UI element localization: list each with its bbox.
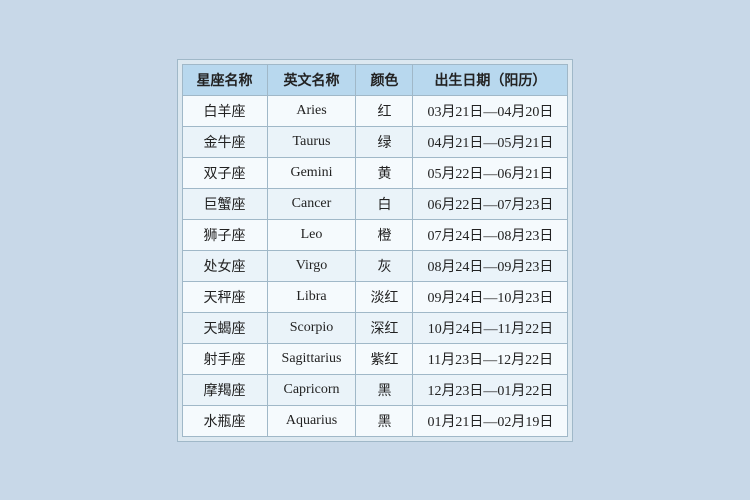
cell-zh: 金牛座: [182, 126, 267, 157]
table-row: 狮子座Leo橙07月24日—08月23日: [182, 219, 568, 250]
cell-en: Capricorn: [267, 374, 356, 405]
cell-color: 红: [356, 95, 413, 126]
table-row: 巨蟹座Cancer白06月22日—07月23日: [182, 188, 568, 219]
cell-date: 03月21日—04月20日: [413, 95, 568, 126]
table-row: 金牛座Taurus绿04月21日—05月21日: [182, 126, 568, 157]
cell-date: 06月22日—07月23日: [413, 188, 568, 219]
header-zh: 星座名称: [182, 64, 267, 95]
cell-color: 黑: [356, 374, 413, 405]
cell-zh: 白羊座: [182, 95, 267, 126]
table-row: 摩羯座Capricorn黑12月23日—01月22日: [182, 374, 568, 405]
cell-date: 05月22日—06月21日: [413, 157, 568, 188]
table-row: 天蝎座Scorpio深红10月24日—11月22日: [182, 312, 568, 343]
header-color: 颜色: [356, 64, 413, 95]
cell-en: Virgo: [267, 250, 356, 281]
cell-en: Aries: [267, 95, 356, 126]
table-row: 射手座Sagittarius紫红11月23日—12月22日: [182, 343, 568, 374]
table-row: 处女座Virgo灰08月24日—09月23日: [182, 250, 568, 281]
table-body: 白羊座Aries红03月21日—04月20日金牛座Taurus绿04月21日—0…: [182, 95, 568, 436]
zodiac-table-container: 星座名称 英文名称 颜色 出生日期（阳历） 白羊座Aries红03月21日—04…: [177, 59, 574, 442]
cell-color: 绿: [356, 126, 413, 157]
cell-color: 白: [356, 188, 413, 219]
cell-zh: 天秤座: [182, 281, 267, 312]
cell-date: 07月24日—08月23日: [413, 219, 568, 250]
cell-zh: 处女座: [182, 250, 267, 281]
cell-color: 深红: [356, 312, 413, 343]
table-row: 双子座Gemini黄05月22日—06月21日: [182, 157, 568, 188]
cell-date: 12月23日—01月22日: [413, 374, 568, 405]
cell-color: 黑: [356, 405, 413, 436]
cell-en: Libra: [267, 281, 356, 312]
table-row: 白羊座Aries红03月21日—04月20日: [182, 95, 568, 126]
table-header-row: 星座名称 英文名称 颜色 出生日期（阳历）: [182, 64, 568, 95]
cell-date: 11月23日—12月22日: [413, 343, 568, 374]
table-row: 天秤座Libra淡红09月24日—10月23日: [182, 281, 568, 312]
cell-color: 灰: [356, 250, 413, 281]
cell-en: Aquarius: [267, 405, 356, 436]
cell-date: 10月24日—11月22日: [413, 312, 568, 343]
table-row: 水瓶座Aquarius黑01月21日—02月19日: [182, 405, 568, 436]
cell-en: Sagittarius: [267, 343, 356, 374]
cell-zh: 摩羯座: [182, 374, 267, 405]
cell-color: 黄: [356, 157, 413, 188]
cell-color: 橙: [356, 219, 413, 250]
cell-en: Taurus: [267, 126, 356, 157]
cell-zh: 天蝎座: [182, 312, 267, 343]
cell-en: Cancer: [267, 188, 356, 219]
cell-date: 08月24日—09月23日: [413, 250, 568, 281]
cell-date: 04月21日—05月21日: [413, 126, 568, 157]
cell-en: Leo: [267, 219, 356, 250]
cell-en: Gemini: [267, 157, 356, 188]
cell-zh: 射手座: [182, 343, 267, 374]
cell-en: Scorpio: [267, 312, 356, 343]
cell-date: 01月21日—02月19日: [413, 405, 568, 436]
cell-color: 淡红: [356, 281, 413, 312]
zodiac-table: 星座名称 英文名称 颜色 出生日期（阳历） 白羊座Aries红03月21日—04…: [182, 64, 569, 437]
header-date: 出生日期（阳历）: [413, 64, 568, 95]
cell-zh: 双子座: [182, 157, 267, 188]
cell-date: 09月24日—10月23日: [413, 281, 568, 312]
cell-zh: 水瓶座: [182, 405, 267, 436]
cell-zh: 巨蟹座: [182, 188, 267, 219]
cell-color: 紫红: [356, 343, 413, 374]
cell-zh: 狮子座: [182, 219, 267, 250]
header-en: 英文名称: [267, 64, 356, 95]
